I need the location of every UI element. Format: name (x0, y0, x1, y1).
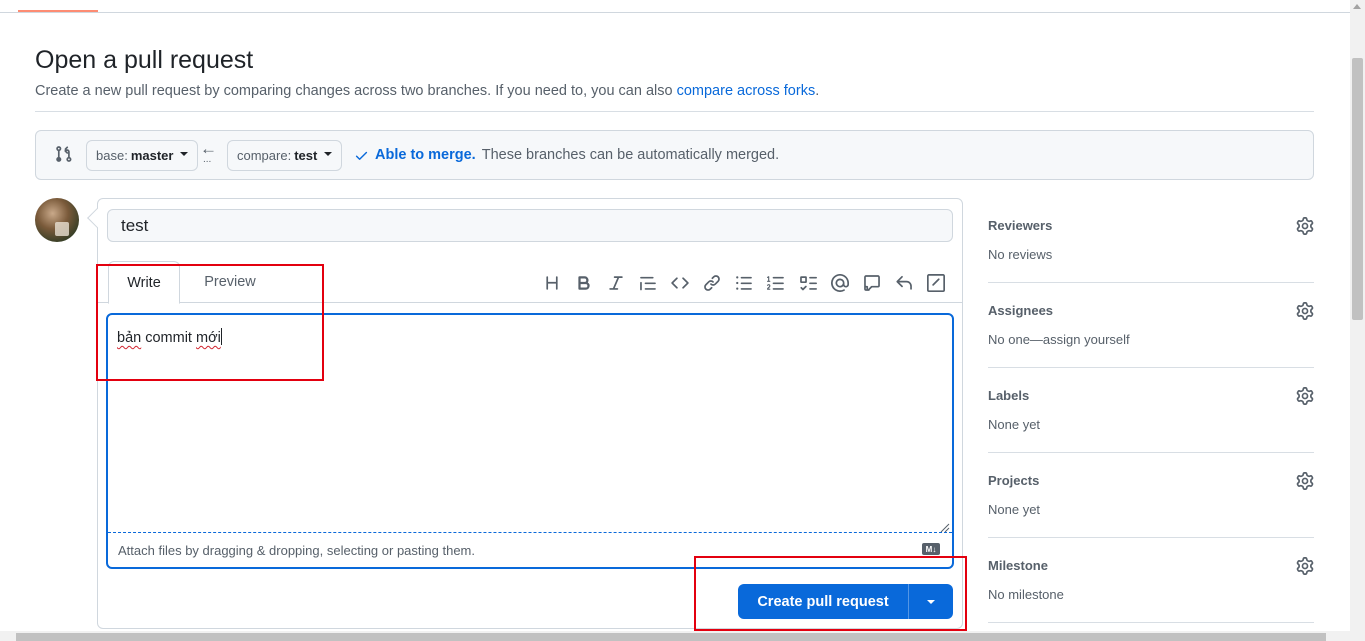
reviewers-value: No reviews (988, 247, 1053, 262)
caret-down-icon (324, 152, 333, 156)
labels-heading[interactable]: Labels (988, 388, 1029, 403)
branch-range-bar: base: master ←... compare: test Able to me… (35, 130, 1314, 180)
sidebar-reviewers: Reviewers No reviews (988, 198, 1314, 283)
milestone-value: No milestone (988, 587, 1064, 602)
sidebar-milestone: Milestone No milestone (988, 538, 1314, 623)
comment-pointer (87, 208, 107, 228)
active-tab-indicator (18, 10, 98, 12)
projects-heading[interactable]: Projects (988, 473, 1039, 488)
mention-icon[interactable] (824, 271, 856, 295)
reply-icon[interactable] (888, 271, 920, 295)
page-title: Open a pull request (35, 46, 254, 74)
subtitle-suffix: . (815, 83, 820, 99)
merge-status-text: These branches can be automatically merg… (481, 147, 780, 163)
check-icon (355, 151, 368, 160)
compare-across-forks-link[interactable]: compare across forks (677, 83, 816, 99)
projects-value: None yet (988, 502, 1041, 517)
gear-icon[interactable] (1296, 387, 1314, 405)
markdown-toolbar (536, 271, 952, 295)
divider (35, 111, 1314, 112)
slash-command-icon[interactable] (920, 271, 952, 295)
base-branch-select[interactable]: base: master (86, 140, 199, 171)
gear-icon[interactable] (1296, 217, 1314, 235)
sidebar-projects: Projects None yet (988, 453, 1314, 538)
reference-icon[interactable] (856, 271, 888, 295)
markdown-icon[interactable]: M↓ (922, 543, 940, 555)
compare-arrows-icon (56, 146, 72, 162)
page-subtitle: Create a new pull request by comparing c… (35, 83, 819, 99)
base-branch-name: master (130, 148, 174, 163)
labels-value: None yet (988, 417, 1041, 432)
annotation-highlight-create-button (694, 556, 967, 631)
compare-branch-name: test (294, 148, 318, 163)
sidebar-labels: Labels None yet (988, 368, 1314, 453)
merge-status-strong: Able to merge. (375, 147, 476, 163)
ordered-list-icon[interactable] (760, 271, 792, 295)
unordered-list-icon[interactable] (728, 271, 760, 295)
annotation-highlight-write-area (96, 264, 324, 381)
assignees-value[interactable]: No one—assign yourself (988, 332, 1130, 347)
pr-title-input[interactable] (107, 209, 953, 242)
caret-down-icon (180, 152, 189, 156)
assignees-heading[interactable]: Assignees (988, 303, 1053, 318)
scrollbar-thumb[interactable] (16, 633, 1326, 641)
gear-icon[interactable] (1296, 557, 1314, 575)
gear-icon[interactable] (1296, 302, 1314, 320)
gear-icon[interactable] (1296, 472, 1314, 490)
link-icon[interactable] (696, 271, 728, 295)
scroll-up-icon[interactable] (1353, 4, 1361, 9)
compare-branch-select[interactable]: compare: test (227, 140, 343, 171)
task-list-icon[interactable] (792, 271, 824, 295)
quote-icon[interactable] (632, 271, 664, 295)
scrollbar-thumb[interactable] (1352, 58, 1363, 320)
merge-status: Able to merge. These branches can be aut… (354, 147, 779, 163)
horizontal-scrollbar[interactable] (0, 631, 1350, 641)
ellipsis-icon: ... (203, 154, 212, 165)
bold-icon[interactable] (568, 271, 600, 295)
attach-hint: Attach files by dragging & dropping, sel… (118, 543, 475, 558)
sidebar-assignees: Assignees No one—assign yourself (988, 283, 1314, 368)
code-icon[interactable] (664, 271, 696, 295)
base-label: base: (96, 148, 128, 163)
sidebar: Reviewers No reviews Assignees No one—as… (988, 198, 1314, 623)
subtitle-text: Create a new pull request by comparing c… (35, 83, 677, 99)
arrow-left-icon: ←... (200, 139, 217, 165)
avatar[interactable] (35, 198, 79, 242)
vertical-scrollbar[interactable] (1350, 0, 1365, 641)
top-nav-underline (0, 0, 1350, 13)
reviewers-heading[interactable]: Reviewers (988, 218, 1052, 233)
heading-icon[interactable] (536, 271, 568, 295)
compare-label: compare: (237, 148, 292, 163)
milestone-heading[interactable]: Milestone (988, 558, 1048, 573)
italic-icon[interactable] (600, 271, 632, 295)
